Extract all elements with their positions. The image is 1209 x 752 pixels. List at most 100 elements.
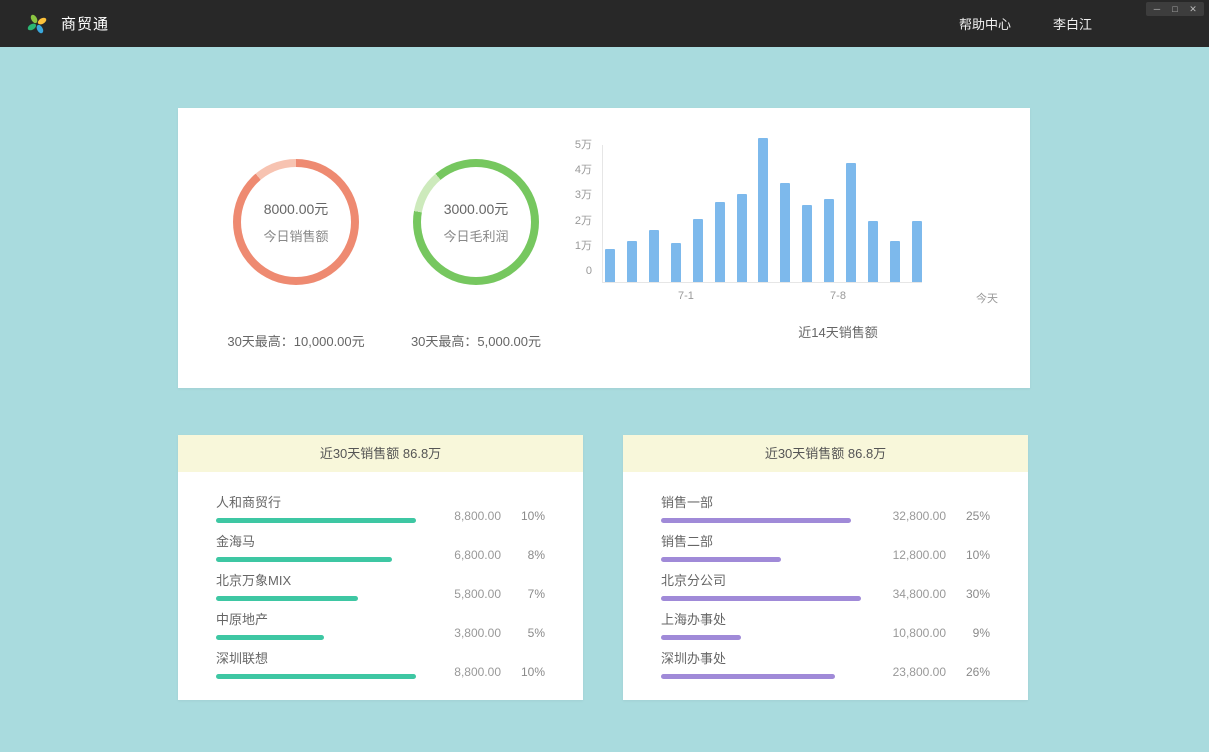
sales-bar[interactable] (605, 249, 615, 282)
bar-group (605, 135, 922, 282)
sales-bar[interactable] (890, 241, 900, 282)
ranking-amount: 5,800.00 (439, 587, 501, 601)
ranking-amount: 32,800.00 (884, 509, 946, 523)
ranking-amount: 23,800.00 (884, 665, 946, 679)
today-profit-value: 3000.00元 (444, 199, 509, 219)
y-axis: 5万 4万 3万 2万 1万 0 (566, 139, 602, 277)
ranking-name: 深圳办事处 (661, 648, 861, 667)
x-tick: 7-1 (678, 290, 694, 302)
maximize-icon[interactable]: □ (1169, 3, 1181, 15)
ranking-name: 上海办事处 (661, 609, 861, 628)
ranking-row: 销售二部 12,800.00 10% (661, 523, 990, 562)
sales-bar[interactable] (649, 230, 659, 282)
ranking-bar (216, 596, 358, 601)
sales-14d-chart: 5万 4万 3万 2万 1万 0 7-1 7-8 今天 近14天销售额 (566, 108, 1030, 388)
app-logo-icon (26, 13, 48, 35)
today-sales-donut: 8000.00元 今日销售额 (233, 159, 359, 285)
ranking-percent: 9% (960, 626, 990, 640)
ranking-row-container: 近30天销售额 86.8万 人和商贸行 8,800.00 10% 金海马 6,800.0… (178, 435, 1209, 700)
ranking-percent: 8% (515, 548, 545, 562)
ranking-percent: 10% (515, 509, 545, 523)
ranking-amount: 6,800.00 (439, 548, 501, 562)
ranking-amount: 12,800.00 (884, 548, 946, 562)
ranking-name: 深圳联想 (216, 648, 416, 667)
today-sales-block: 8000.00元 今日销售额 30天最高：10,000.00元 (206, 108, 386, 388)
minimize-icon[interactable]: ─ (1151, 3, 1163, 15)
department-ranking-header: 近30天销售额 86.8万 (623, 435, 1028, 472)
ranking-row: 深圳办事处 23,800.00 26% (661, 640, 990, 679)
ranking-percent: 25% (960, 509, 990, 523)
chart-caption: 近14天销售额 (678, 322, 998, 341)
sales-bar[interactable] (868, 221, 878, 282)
titlebar: ─ □ ✕ 商贸通 帮助中心 李白江 (0, 0, 1209, 47)
customer-ranking-list: 人和商贸行 8,800.00 10% 金海马 6,800.00 8% 北京万象MIX 5,80… (178, 472, 583, 679)
close-icon[interactable]: ✕ (1187, 3, 1199, 15)
customer-ranking-card: 近30天销售额 86.8万 人和商贸行 8,800.00 10% 金海马 6,800.0… (178, 435, 583, 700)
help-center-link[interactable]: 帮助中心 (959, 14, 1011, 33)
sales-bar[interactable] (912, 221, 922, 282)
ranking-name: 金海马 (216, 531, 416, 550)
ranking-bar (216, 635, 324, 640)
today-sales-max-caption: 30天最高：10,000.00元 (227, 331, 364, 350)
sales-bar[interactable] (780, 183, 790, 282)
sales-bar[interactable] (846, 163, 856, 282)
sales-bar[interactable] (737, 194, 747, 282)
y-tick: 3万 (566, 189, 592, 201)
sales-bar[interactable] (693, 219, 703, 282)
ranking-name: 中原地产 (216, 609, 416, 628)
ranking-name: 销售一部 (661, 492, 861, 511)
ranking-percent: 10% (515, 665, 545, 679)
x-tick: 今天 (976, 290, 998, 306)
sales-bar[interactable] (715, 202, 725, 282)
sales-bar[interactable] (824, 199, 834, 282)
department-ranking-list: 销售一部32,800.0025%销售二部12,800.0010%北京分公司34,… (623, 472, 1028, 679)
ranking-name: 销售二部 (661, 531, 861, 550)
x-tick: 7-8 (830, 290, 846, 302)
ranking-name: 人和商贸行 (216, 492, 416, 511)
y-tick: 2万 (566, 215, 592, 227)
y-tick: 5万 (566, 139, 592, 151)
ranking-row: 北京分公司34,800.0030% (661, 562, 990, 601)
today-sales-donut-center: 8000.00元 今日销售额 (241, 167, 351, 277)
today-profit-max-caption: 30天最高：5,000.00元 (411, 331, 541, 350)
y-tick: 1万 (566, 240, 592, 252)
app-title: 商贸通 (61, 13, 109, 34)
sales-bar[interactable] (671, 243, 681, 282)
y-tick: 4万 (566, 164, 592, 176)
ranking-bar (216, 674, 416, 679)
ranking-bar (661, 635, 741, 640)
sales-bar[interactable] (627, 241, 637, 282)
ranking-row: 人和商贸行 8,800.00 10% (216, 484, 545, 523)
department-ranking-card: 近30天销售额 86.8万 销售一部 32,800.00 25% 销售二部 12,800… (623, 435, 1028, 700)
today-profit-block: 3000.00元 今日毛利润 30天最高：5,000.00元 (386, 108, 566, 388)
sales-bar[interactable] (802, 205, 812, 282)
ranking-name: 北京万象MIX (216, 570, 416, 589)
ranking-percent: 30% (960, 587, 990, 601)
today-sales-label: 今日销售额 (263, 226, 328, 245)
ranking-bar (661, 596, 861, 601)
ranking-bar (216, 557, 392, 562)
window-controls: ─ □ ✕ (1146, 2, 1204, 16)
customer-ranking-header: 近30天销售额 86.8万 (178, 435, 583, 472)
user-name-link[interactable]: 李白江 (1053, 14, 1092, 33)
ranking-amount: 8,800.00 (439, 509, 501, 523)
ranking-row: 金海马 6,800.00 8% (216, 523, 545, 562)
ranking-bar (661, 674, 835, 679)
ranking-bar (216, 518, 416, 523)
ranking-percent: 7% (515, 587, 545, 601)
ranking-amount: 34,800.00 (884, 587, 946, 601)
ranking-row: 销售一部 32,800.00 25% (661, 484, 990, 523)
bar-chart-plot (602, 145, 922, 283)
today-profit-donut-center: 3000.00元 今日毛利润 (421, 167, 531, 277)
today-profit-label: 今日毛利润 (443, 226, 508, 245)
ranking-percent: 26% (960, 665, 990, 679)
today-profit-donut: 3000.00元 今日毛利润 (413, 159, 539, 285)
ranking-percent: 5% (515, 626, 545, 640)
ranking-amount: 3,800.00 (439, 626, 501, 640)
overview-card: 8000.00元 今日销售额 30天最高：10,000.00元 3000.00元… (178, 108, 1030, 388)
sales-bar[interactable] (758, 138, 768, 282)
ranking-percent: 10% (960, 548, 990, 562)
ranking-bar (661, 518, 851, 523)
y-tick: 0 (566, 265, 592, 277)
ranking-row: 上海办事处10,800.009% (661, 601, 990, 640)
